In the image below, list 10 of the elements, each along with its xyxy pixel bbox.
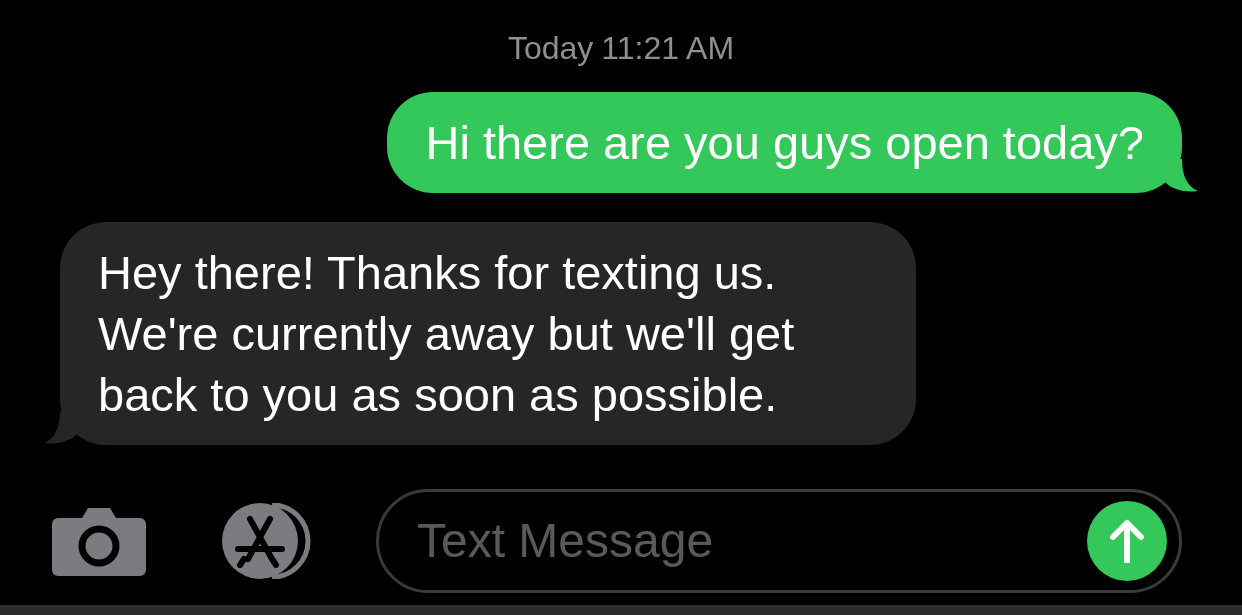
message-bubble: Hey there! Thanks for texting us. We're currently away but we'll get back to you as soon as possible. — [60, 222, 916, 445]
arrow-up-icon — [1110, 519, 1144, 563]
message-field[interactable]: Text Message — [417, 505, 1087, 577]
bubble-tail-icon — [1162, 159, 1198, 193]
message-field-frame[interactable]: Text Message — [376, 489, 1182, 593]
date-label: Today — [507, 29, 594, 68]
time-label: 11:21 AM — [601, 29, 735, 68]
camera-icon[interactable] — [52, 506, 146, 576]
message-bubble: Hi there are you guys open today? — [387, 92, 1182, 193]
send-button[interactable] — [1087, 501, 1167, 581]
